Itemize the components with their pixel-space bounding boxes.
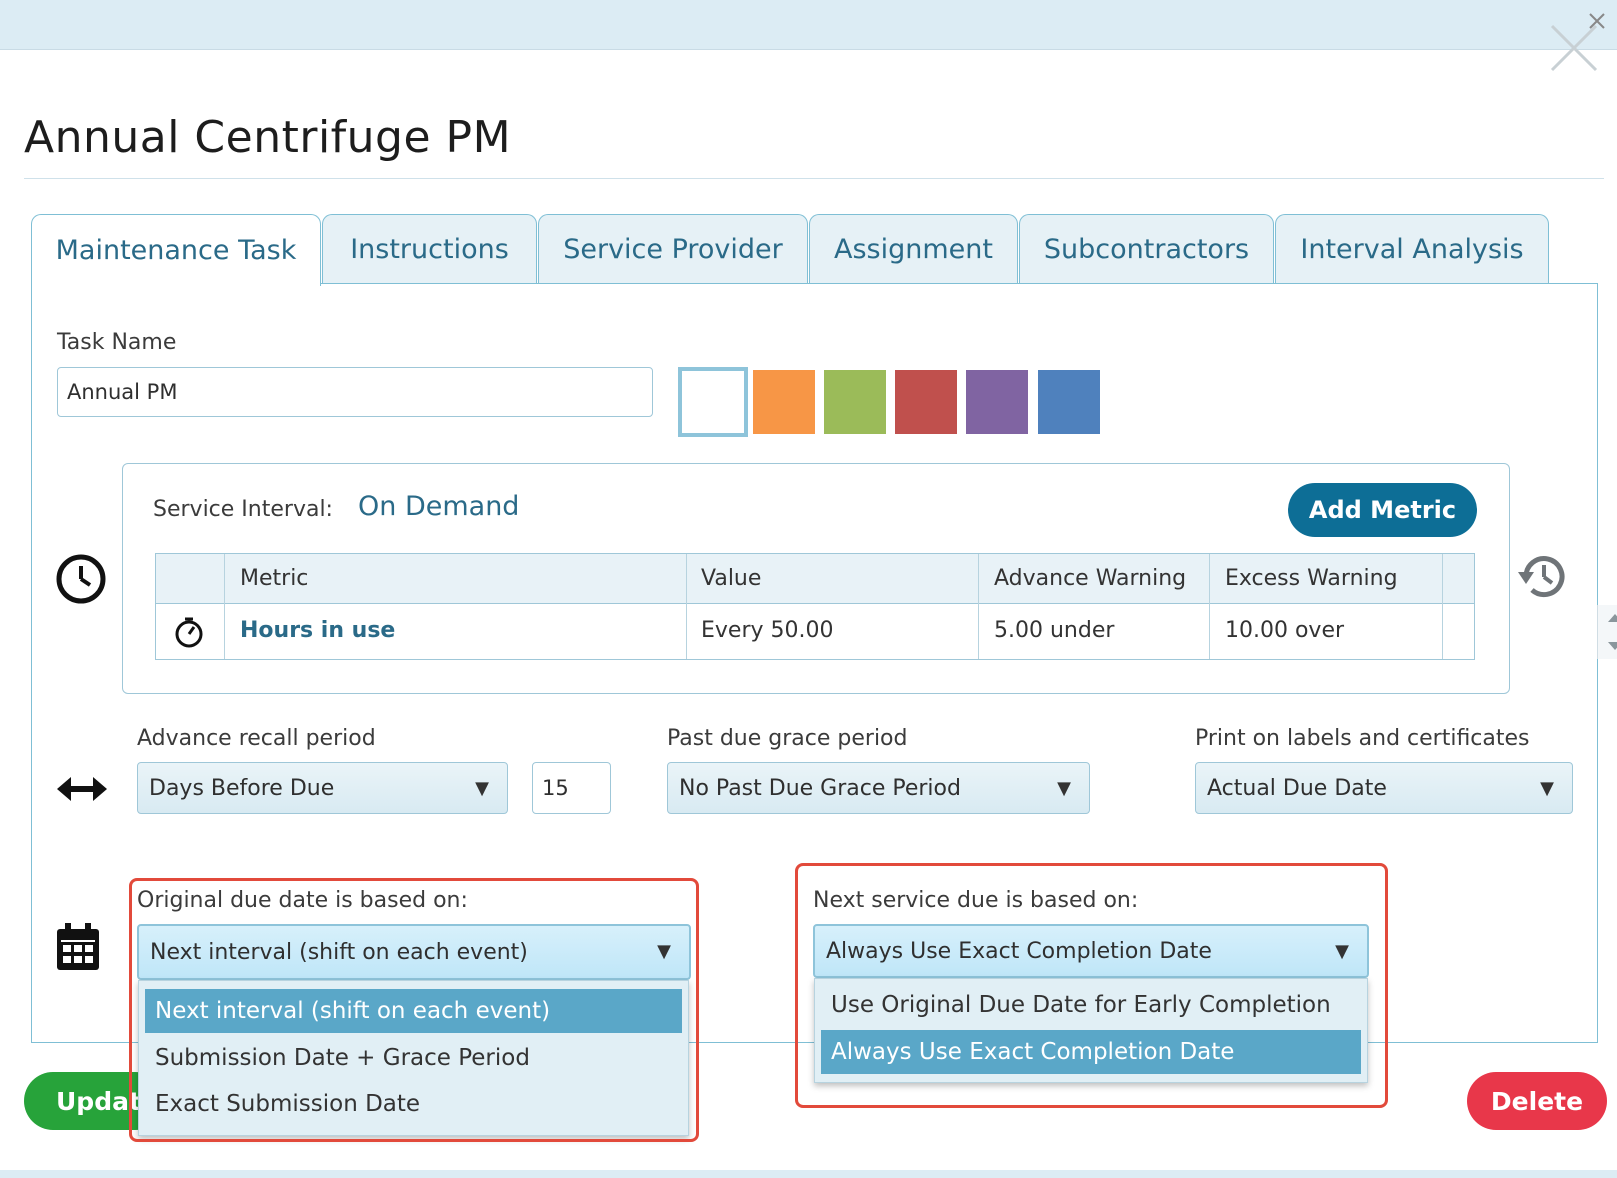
tab-instructions[interactable]: Instructions [322, 214, 537, 284]
color-swatch-white[interactable] [678, 367, 748, 437]
service-interval-value: On Demand [358, 491, 520, 522]
history-icon[interactable] [1516, 550, 1570, 604]
scroll-up-icon[interactable] [1607, 613, 1617, 623]
scroll-down-icon[interactable] [1607, 641, 1617, 651]
chevron-down-icon: ▼ [475, 778, 489, 799]
tab-service-provider[interactable]: Service Provider [538, 214, 808, 284]
grace-period-label: Past due grace period [667, 726, 908, 751]
metric-table: Metric Value Advance Warning Excess Warn… [155, 553, 1617, 660]
task-name-input[interactable]: Annual PM [57, 367, 653, 417]
advance-recall-value: Days Before Due [149, 775, 335, 801]
metric-cell[interactable]: Hours in use [240, 618, 395, 643]
excess-warning-cell: 10.00 over [1225, 618, 1345, 643]
task-name-label: Task Name [57, 330, 177, 355]
calendar-icon [57, 923, 99, 970]
value-cell: Every 50.00 [701, 618, 834, 643]
color-swatch-purple[interactable] [966, 370, 1028, 434]
color-swatch-blue[interactable] [1038, 370, 1100, 434]
page-title: Annual Centrifuge PM [24, 112, 512, 163]
column-header-value[interactable]: Value [701, 566, 761, 591]
close-icon[interactable] [1548, 22, 1604, 78]
column-header-advance-warning[interactable]: Advance Warning [994, 566, 1186, 591]
title-divider [24, 178, 1604, 179]
tab-subcontractors[interactable]: Subcontractors [1019, 214, 1274, 284]
tab-interval-analysis[interactable]: Interval Analysis [1275, 214, 1549, 284]
clock-icon [56, 554, 106, 604]
grace-period-value: No Past Due Grace Period [679, 775, 961, 801]
close-small-icon[interactable] [1588, 12, 1606, 30]
tab-maintenance-task[interactable]: Maintenance Task [31, 214, 321, 286]
advance-warning-cell: 5.00 under [994, 618, 1115, 643]
arrows-horizontal-icon [57, 777, 107, 801]
next-service-highlight [795, 863, 1388, 1108]
grace-period-select[interactable]: No Past Due Grace Period ▼ [667, 762, 1090, 814]
dialog-bottom-border [0, 1170, 1617, 1178]
dialog-titlebar [0, 0, 1617, 50]
color-swatch-orange[interactable] [753, 370, 815, 434]
column-header-metric[interactable]: Metric [240, 566, 308, 591]
advance-days-input[interactable]: 15 [532, 762, 611, 814]
chevron-down-icon: ▼ [1540, 778, 1554, 799]
timer-icon [175, 617, 203, 648]
color-swatch-red[interactable] [895, 370, 957, 434]
print-labels-value: Actual Due Date [1207, 775, 1387, 801]
print-labels-label: Print on labels and certificates [1195, 726, 1530, 751]
add-metric-button[interactable]: Add Metric [1288, 483, 1477, 537]
original-due-highlight [129, 878, 699, 1142]
print-labels-select[interactable]: Actual Due Date ▼ [1195, 762, 1573, 814]
service-interval-label: Service Interval: [153, 497, 333, 522]
table-scrollbar[interactable] [1597, 605, 1617, 659]
advance-recall-select[interactable]: Days Before Due ▼ [137, 762, 508, 814]
advance-recall-label: Advance recall period [137, 726, 376, 751]
chevron-down-icon: ▼ [1057, 778, 1071, 799]
column-header-excess-warning[interactable]: Excess Warning [1225, 566, 1398, 591]
color-swatch-green[interactable] [824, 370, 886, 434]
delete-button[interactable]: Delete [1467, 1072, 1607, 1130]
tab-assignment[interactable]: Assignment [809, 214, 1018, 284]
